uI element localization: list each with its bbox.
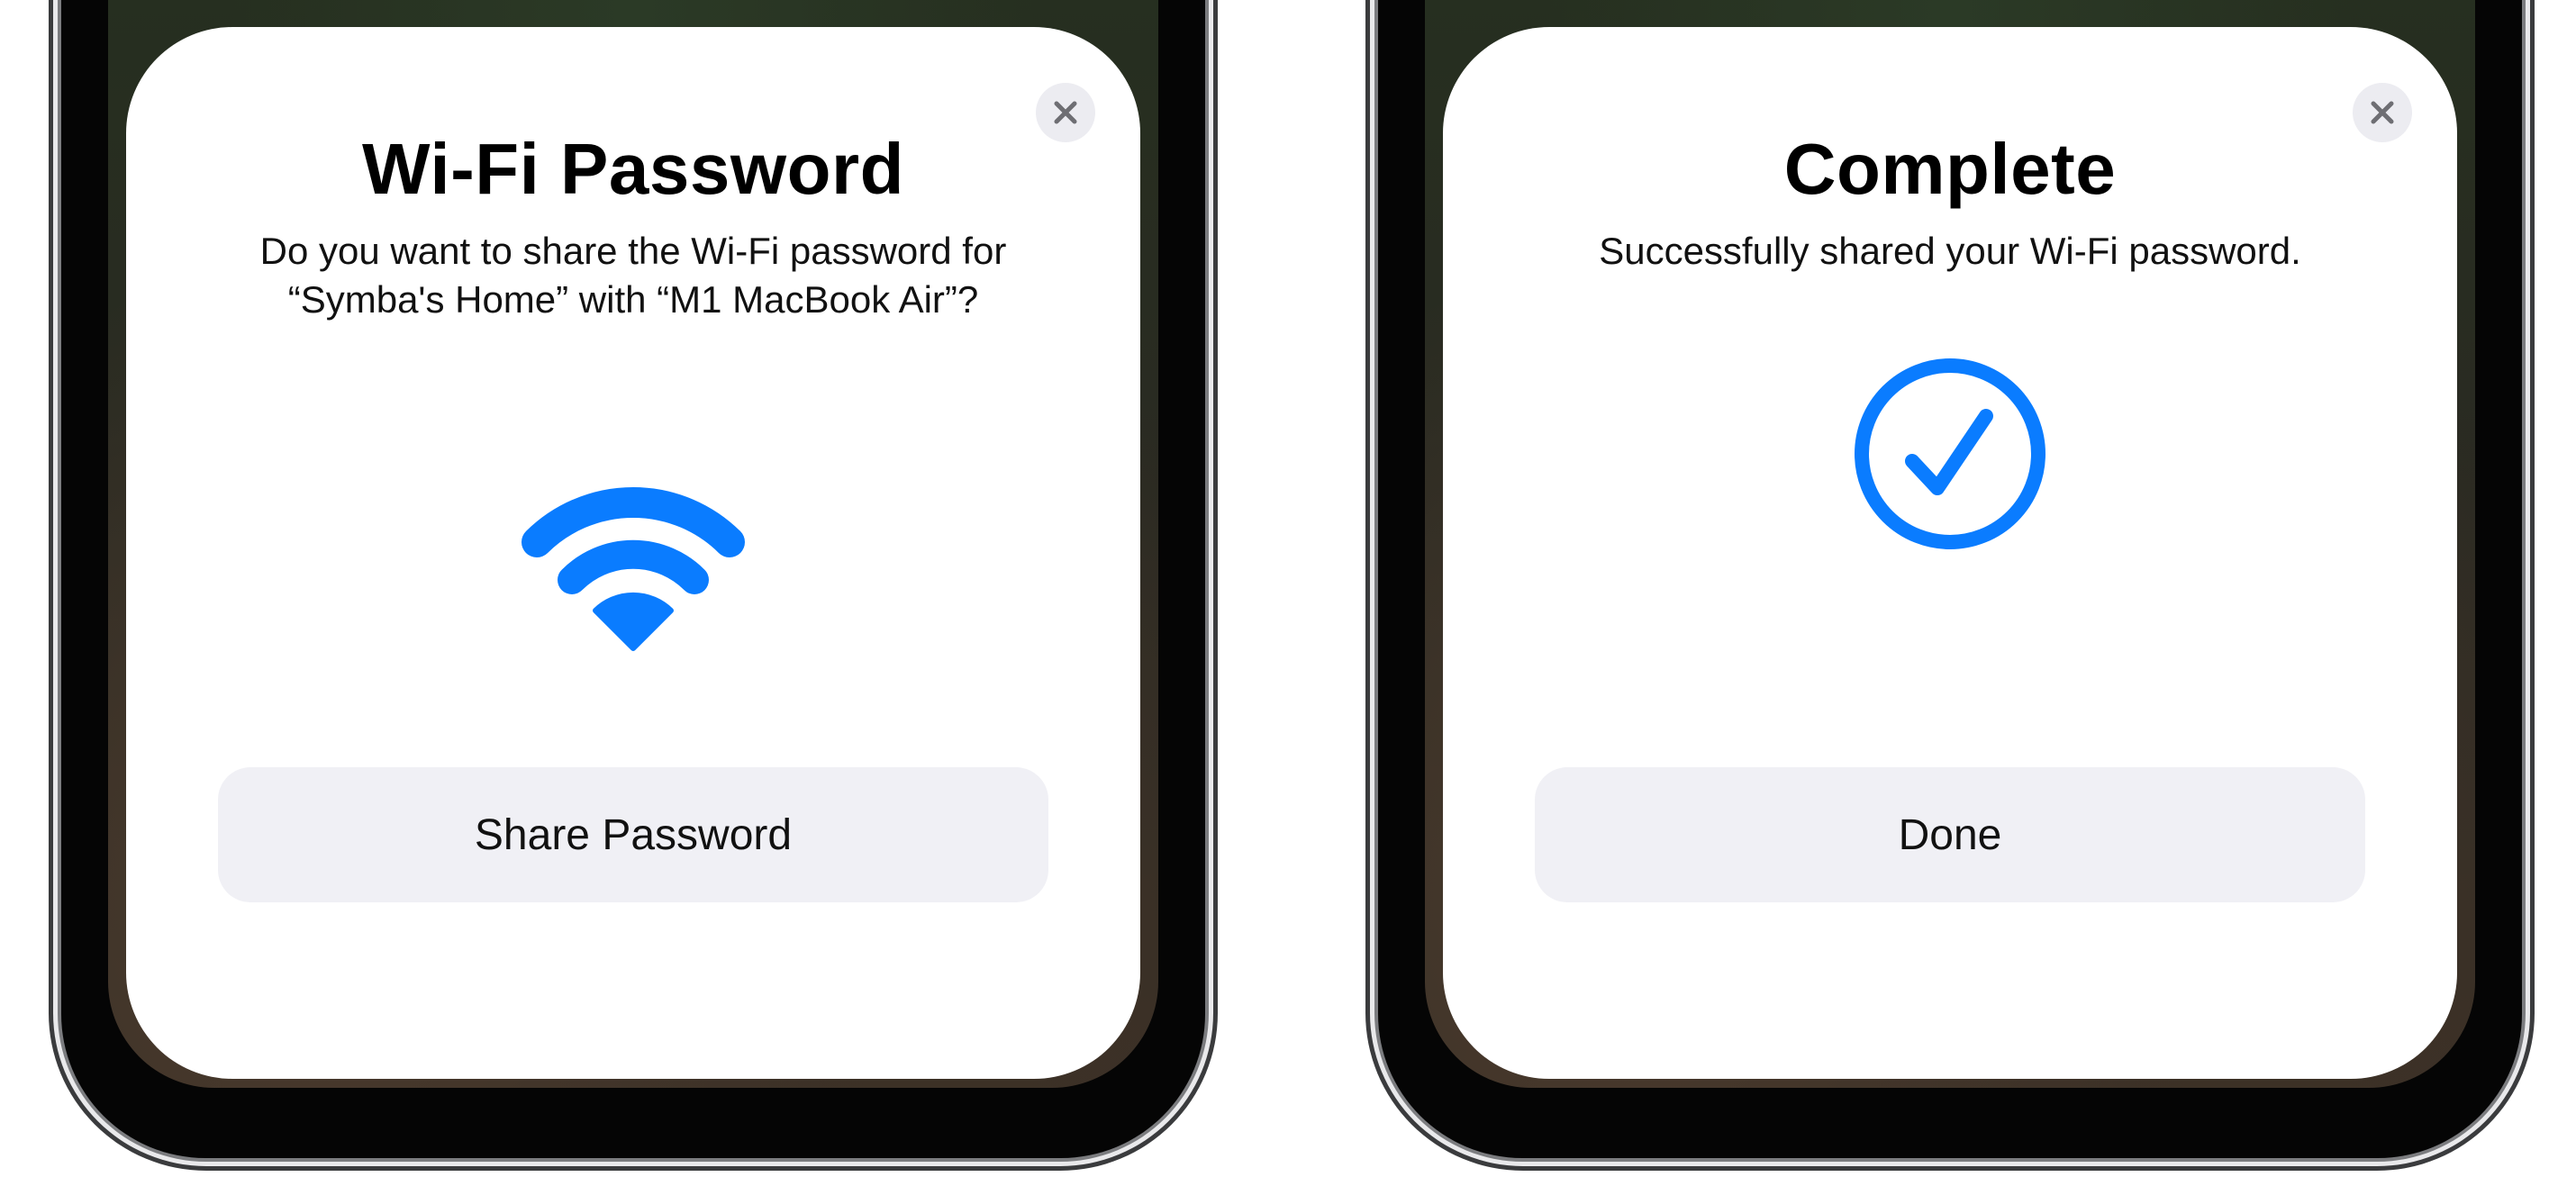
- phone-right: Complete Successfully shared your Wi-Fi …: [1365, 0, 2535, 1171]
- sheet-title: Wi-Fi Password: [362, 129, 904, 209]
- complete-sheet: Complete Successfully shared your Wi-Fi …: [1443, 27, 2457, 1079]
- phone-screen: Wi-Fi Password Do you want to share the …: [108, 0, 1158, 1088]
- done-button[interactable]: Done: [1535, 767, 2365, 902]
- phone-screen: Complete Successfully shared your Wi-Fi …: [1425, 0, 2475, 1088]
- sheet-description: Successfully shared your Wi-Fi password.: [1599, 230, 2301, 272]
- wifi-icon: [522, 486, 745, 651]
- phone-bezel: Wi-Fi Password Do you want to share the …: [61, 0, 1205, 1158]
- screenshot-stage: Wi-Fi Password Do you want to share the …: [0, 0, 2576, 1186]
- close-icon: [1054, 101, 1077, 124]
- sheet-title: Complete: [1783, 129, 2117, 209]
- close-icon: [2371, 101, 2394, 124]
- phone-bezel: Complete Successfully shared your Wi-Fi …: [1378, 0, 2522, 1158]
- share-password-sheet: Wi-Fi Password Do you want to share the …: [126, 27, 1140, 1079]
- checkmark-circle-icon: [1855, 358, 2045, 549]
- sheet-description: Do you want to share the Wi-Fi password …: [259, 230, 1007, 321]
- share-password-button[interactable]: Share Password: [218, 767, 1048, 902]
- phone-left: Wi-Fi Password Do you want to share the …: [49, 0, 1218, 1171]
